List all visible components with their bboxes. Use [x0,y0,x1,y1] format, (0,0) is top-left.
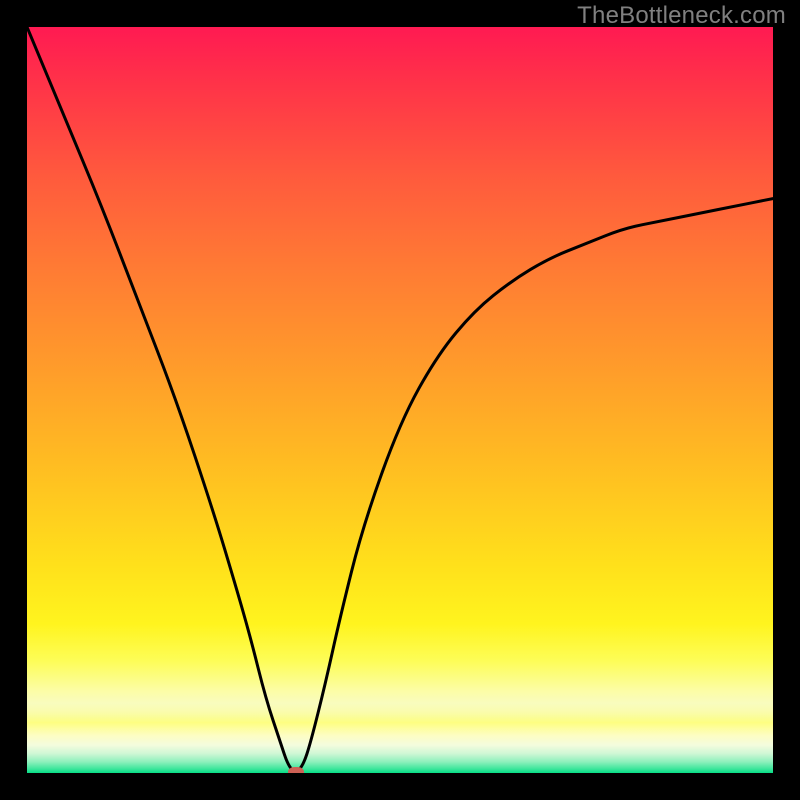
minimum-marker [288,767,304,773]
curve-path [27,27,773,771]
watermark-text: TheBottleneck.com [577,2,786,30]
chart-stage: TheBottleneck.com [0,0,800,800]
bottleneck-curve [27,27,773,773]
plot-area [27,27,773,773]
